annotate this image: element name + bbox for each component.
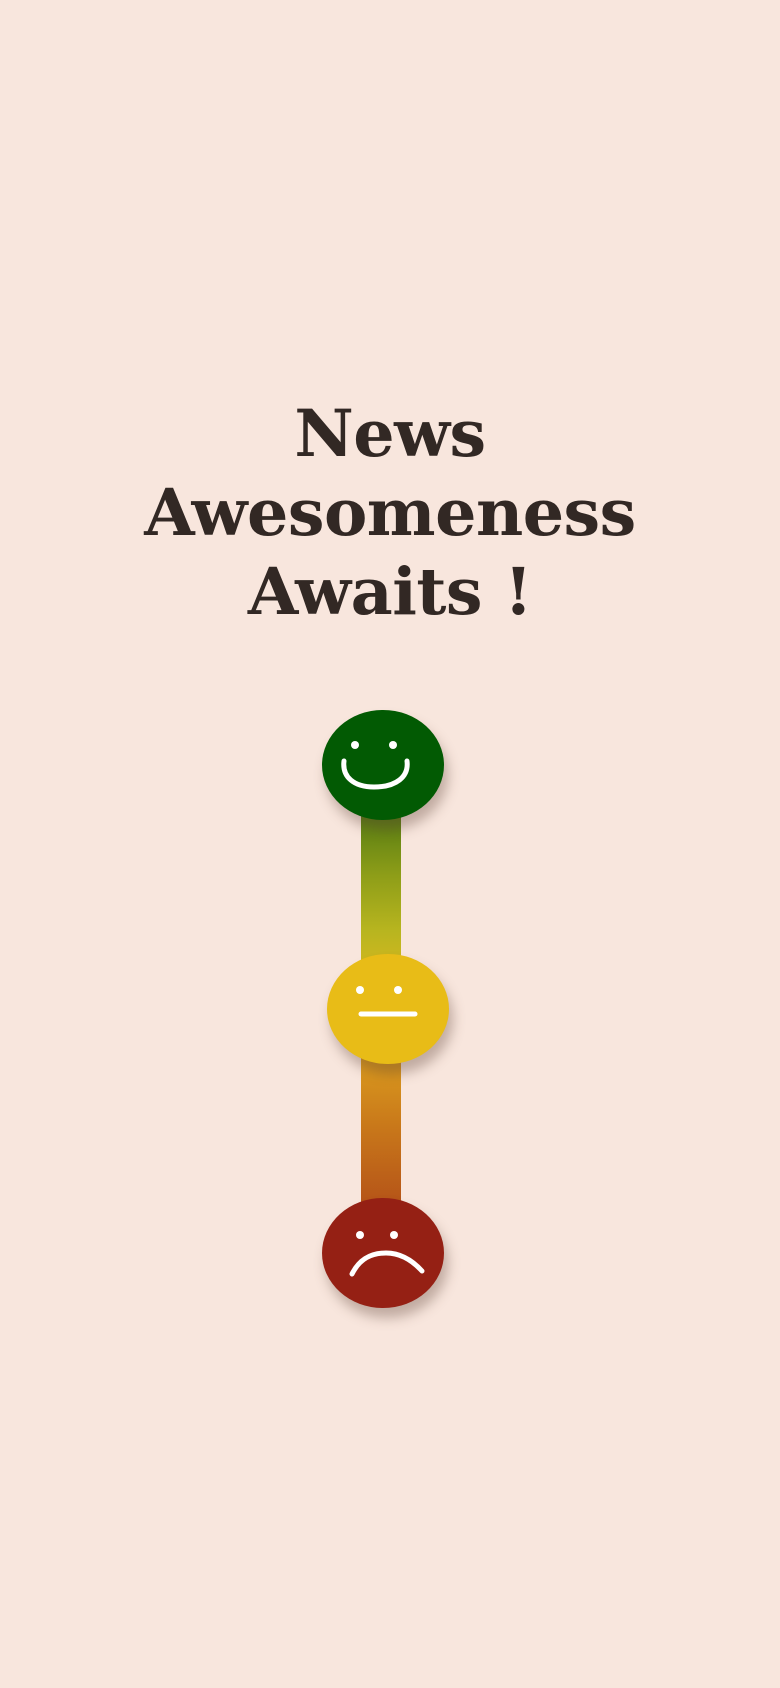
headline-line-1: News	[294, 396, 486, 472]
headline-line-2: Awesomeness	[144, 475, 636, 551]
neutral-face-icon	[356, 986, 418, 1017]
neutral-mood-button[interactable]	[327, 954, 449, 1064]
happy-mood-button[interactable]	[322, 710, 444, 820]
sad-mood-button[interactable]	[322, 1198, 444, 1308]
headline: News Awesomeness Awaits !	[0, 395, 780, 632]
sad-face-icon	[349, 1231, 425, 1277]
headline-line-3: Awaits !	[247, 554, 533, 630]
happy-face-icon	[341, 741, 410, 790]
